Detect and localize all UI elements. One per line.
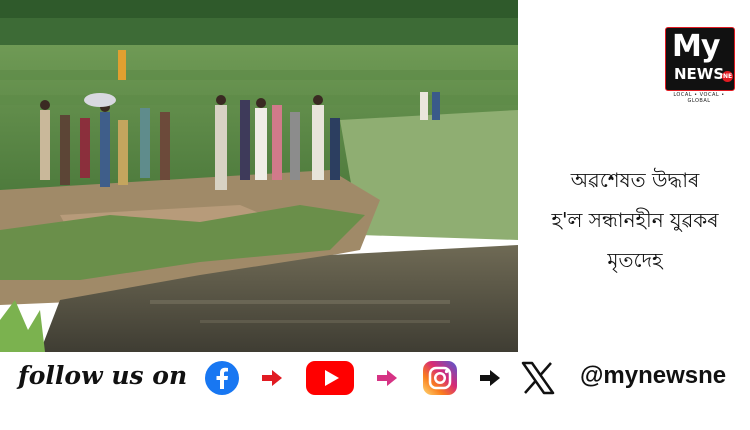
logo-my-text: My	[672, 29, 720, 64]
arrow-right-icon	[262, 370, 282, 386]
facebook-icon[interactable]	[205, 361, 239, 395]
social-handle[interactable]: @mynewsne	[580, 362, 726, 390]
headline-line-1: অৱশেষত উদ্ধাৰ	[570, 168, 700, 192]
follow-us-label: follow us on	[18, 361, 188, 390]
headline-line-2: হ'ল সন্ধানহীন যুৱকৰ	[551, 208, 719, 232]
logo-news-text: NEWS	[674, 65, 725, 83]
headline: অৱশেষত উদ্ধাৰ হ'ল সন্ধানহীন যুৱকৰ মৃতদেহ	[520, 160, 750, 280]
x-icon[interactable]	[521, 361, 555, 395]
instagram-icon[interactable]	[423, 361, 457, 395]
headline-line-3: মৃতদেহ	[607, 248, 663, 272]
logo-badge: My NEWS NE	[665, 27, 735, 91]
logo-tagline: LOCAL • VOCAL • GLOBAL	[673, 92, 725, 104]
news-photo	[0, 0, 518, 352]
arrow-right-icon	[480, 370, 500, 386]
arrow-right-icon	[377, 370, 397, 386]
youtube-icon[interactable]	[306, 361, 354, 395]
mynews-logo: My NEWS NE LOCAL • VOCAL • GLOBAL	[663, 27, 735, 104]
follow-bar: follow us on @mynewsne	[0, 352, 750, 404]
logo-ne-badge: NE	[722, 71, 733, 82]
